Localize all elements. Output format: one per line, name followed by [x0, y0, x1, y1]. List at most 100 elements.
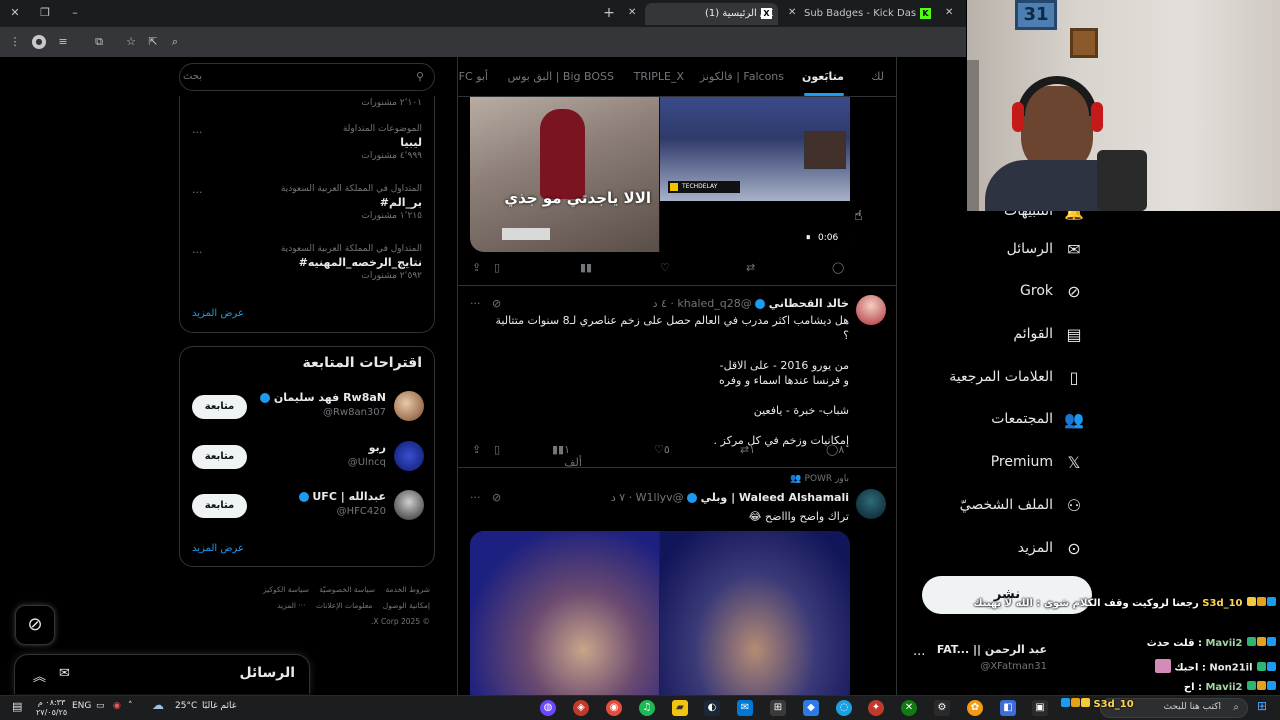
- avatar[interactable]: [856, 295, 886, 325]
- extensions-icon[interactable]: ⧉: [92, 35, 106, 49]
- repost-icon[interactable]: ⇄ ١: [740, 443, 755, 456]
- follow-show-more-link[interactable]: عرض المزيد: [192, 543, 244, 554]
- follow-suggestion[interactable]: ربو @Ulncq متابعة: [180, 437, 436, 481]
- footer-link-ads-info[interactable]: معلومات الإعلانات: [316, 601, 372, 610]
- tab-kick-dashboard[interactable]: Sub Badges - Kick Dashboard: [796, 3, 916, 25]
- share-icon[interactable]: ⇱: [146, 35, 160, 49]
- more-icon[interactable]: ···: [192, 246, 203, 259]
- trend-item[interactable]: المتداول في المملكة العربية السعودية #بر…: [281, 184, 422, 221]
- author-name[interactable]: Waleed Alshamali | وبلي: [701, 491, 849, 504]
- repost-icon[interactable]: ⇄: [746, 261, 755, 274]
- share-icon[interactable]: ⇪: [472, 443, 481, 456]
- views-icon[interactable]: ▮▮ ١ ألف: [552, 443, 582, 469]
- weather-text[interactable]: غائم غالبًا: [202, 701, 236, 711]
- tray-chevron-icon[interactable]: ˄: [128, 701, 133, 711]
- bookmark-star-icon[interactable]: ☆: [124, 35, 138, 49]
- mail-app-icon[interactable]: ✉: [737, 700, 753, 716]
- more-icon[interactable]: ···: [470, 297, 481, 310]
- tab-big-boss[interactable]: البق بوس | Big BOSS: [508, 70, 614, 83]
- bookmark-icon[interactable]: ▯: [494, 443, 500, 456]
- footer-link-terms[interactable]: شروط الخدمة: [385, 585, 430, 594]
- chat-message: احبك : Non21il: [1154, 659, 1276, 676]
- tab-close-icon[interactable]: ✕: [628, 7, 636, 18]
- follow-button[interactable]: متابعة: [192, 395, 247, 419]
- language-indicator[interactable]: ENG: [72, 701, 91, 711]
- grok-icon[interactable]: ⊘: [492, 491, 501, 504]
- app-icon[interactable]: ◍: [540, 700, 556, 716]
- reading-list-icon[interactable]: ≡: [56, 35, 70, 49]
- store-icon[interactable]: ⊞: [770, 700, 786, 716]
- pause-icon[interactable]: ⏸: [806, 233, 811, 243]
- minimize-window-icon[interactable]: –: [68, 6, 82, 20]
- spotify-icon[interactable]: ♫: [639, 700, 655, 716]
- edge-icon[interactable]: ◌: [836, 700, 852, 716]
- follow-suggestion[interactable]: UFC | عبدالله @HFC420 متابعة: [180, 486, 436, 530]
- footer-link-more[interactable]: ··· المزيد: [277, 601, 305, 610]
- reply-icon[interactable]: ◯ ٨: [826, 443, 844, 456]
- xbox-icon[interactable]: ✕: [901, 700, 917, 716]
- follow-suggestion[interactable]: فهد سليمان Rw8aN @Rw8an307 متابعة: [180, 387, 436, 431]
- avatar[interactable]: [394, 441, 424, 471]
- more-icon[interactable]: ···: [192, 186, 203, 199]
- tab-following[interactable]: متابَعون: [802, 70, 844, 83]
- tab-triple-x[interactable]: TRIPLE_X: [634, 70, 684, 83]
- new-tab-icon[interactable]: +: [602, 6, 616, 20]
- trend-item[interactable]: الموضوعات المتداولة ليبيا ٤٬٩٩٩ مشنورات: [343, 124, 422, 161]
- task-view-icon[interactable]: ▣: [1032, 700, 1048, 716]
- grok-icon[interactable]: ⊘: [492, 297, 501, 310]
- new-message-icon[interactable]: ✉: [59, 666, 70, 681]
- more-icon[interactable]: ···: [192, 126, 203, 139]
- trends-show-more-link[interactable]: عرض المزيد: [192, 308, 244, 319]
- tweet-time[interactable]: ٧ د: [611, 491, 625, 504]
- author-name[interactable]: خالد القحطاني: [769, 297, 849, 310]
- profile-avatar-icon[interactable]: ●: [32, 35, 46, 49]
- steam-icon[interactable]: ◐: [704, 700, 720, 716]
- network-icon[interactable]: ▭: [96, 701, 105, 711]
- settings-icon[interactable]: ⚙: [934, 700, 950, 716]
- reply-icon[interactable]: ◯: [832, 261, 844, 274]
- tweet-time[interactable]: ٤ د: [653, 297, 667, 310]
- close-window-icon[interactable]: ✕: [8, 6, 22, 20]
- follow-button[interactable]: متابعة: [192, 445, 247, 469]
- tweet-image[interactable]: [470, 531, 850, 697]
- volume-icon[interactable]: ◉: [113, 701, 121, 711]
- like-icon[interactable]: ♡: [660, 261, 670, 274]
- weather-temp[interactable]: 25°C: [175, 701, 197, 711]
- chrome-icon[interactable]: ◉: [606, 700, 622, 716]
- grok-float-button[interactable]: ⊘: [15, 605, 55, 645]
- avatar[interactable]: [856, 489, 886, 519]
- app-icon[interactable]: ✿: [967, 700, 983, 716]
- footer-link-accessibility[interactable]: إمكانية الوصول: [383, 601, 430, 610]
- avatar[interactable]: [394, 490, 424, 520]
- zoom-icon[interactable]: ⌕: [168, 35, 182, 49]
- messages-drawer[interactable]: ︽ ✉ الرسائل: [14, 654, 310, 694]
- expand-up-icon[interactable]: ︽: [33, 666, 46, 685]
- footer-link-cookies[interactable]: سياسة الكوكيز: [263, 585, 309, 594]
- app-icon[interactable]: ◧: [1000, 700, 1016, 716]
- tweet-video[interactable]: الالا ياجدتي مو جذي TECHDELAY ⏸ 0:06: [470, 97, 850, 252]
- avatar[interactable]: [394, 391, 424, 421]
- tab-close-icon[interactable]: ✕: [945, 7, 953, 18]
- clock[interactable]: ٠٨:٣٣ م ٢٧/٠٥/٢٥: [36, 698, 67, 718]
- more-icon[interactable]: ···: [913, 648, 925, 663]
- footer-link-privacy[interactable]: سياسة الخصوصيّة: [319, 585, 375, 594]
- tab-for-you[interactable]: لك: [871, 70, 884, 83]
- app-icon[interactable]: ◈: [573, 700, 589, 716]
- file-explorer-icon[interactable]: ▰: [672, 700, 688, 716]
- follow-button[interactable]: متابعة: [192, 494, 247, 518]
- more-icon[interactable]: ···: [470, 491, 481, 504]
- share-icon[interactable]: ⇪: [472, 261, 481, 274]
- restore-window-icon[interactable]: ❐: [38, 6, 52, 20]
- tab-falcons[interactable]: فالكونز | Falcons: [700, 70, 784, 83]
- like-icon[interactable]: ♡ ٥: [654, 443, 670, 456]
- tab-fc[interactable]: FC أبو: [459, 70, 488, 83]
- tab-x-home[interactable]: (1) الرئيسية / X: [645, 3, 778, 25]
- views-icon[interactable]: ▮▮: [580, 261, 592, 274]
- search-input[interactable]: بحث ⚲: [179, 63, 435, 91]
- notifications-icon[interactable]: ▤: [12, 700, 22, 713]
- app-icon[interactable]: ◆: [803, 700, 819, 716]
- menu-kebab-icon[interactable]: ⋮: [8, 35, 22, 49]
- trend-item[interactable]: المتداول في المملكة العربية السعودية #نت…: [281, 244, 422, 281]
- app-icon[interactable]: ✦: [868, 700, 884, 716]
- bookmark-icon[interactable]: ▯: [494, 261, 500, 274]
